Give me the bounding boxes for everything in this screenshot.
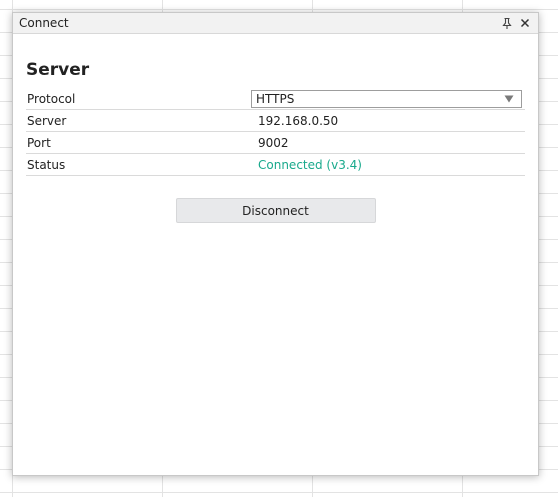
server-value: 192.168.0.50 (258, 113, 339, 128)
port-value: 9002 (258, 135, 289, 150)
protocol-select[interactable]: HTTPS (251, 89, 522, 108)
pin-icon[interactable] (498, 14, 516, 32)
dialog-content: Server Protocol HTTPS Server 192.168.0.5… (13, 60, 538, 223)
protocol-row: Protocol HTTPS (26, 88, 525, 110)
port-label: Port (27, 135, 51, 150)
protocol-select-value: HTTPS (256, 91, 295, 106)
port-row: Port 9002 (26, 132, 525, 154)
dialog-title: Connect (19, 16, 69, 30)
status-label: Status (27, 157, 66, 172)
close-icon[interactable] (516, 14, 534, 32)
server-label: Server (27, 113, 67, 128)
status-value: Connected (v3.4) (258, 157, 362, 172)
server-row: Server 192.168.0.50 (26, 110, 525, 132)
chevron-down-icon (502, 93, 516, 105)
section-heading: Server (26, 60, 90, 80)
protocol-label: Protocol (27, 91, 76, 106)
status-row: Status Connected (v3.4) (26, 154, 525, 176)
actions: Disconnect (26, 198, 525, 223)
connect-dialog: Connect Server Protocol HTTPS Server 192… (12, 12, 539, 476)
dialog-titlebar: Connect (13, 13, 538, 34)
disconnect-button[interactable]: Disconnect (175, 198, 376, 223)
